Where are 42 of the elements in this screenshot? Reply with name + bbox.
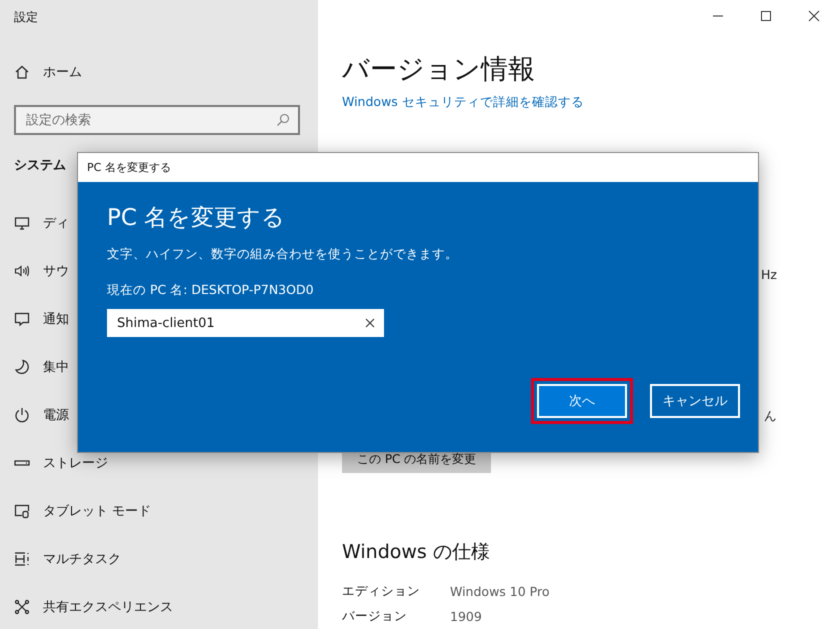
home-nav-item[interactable]: ホーム bbox=[14, 51, 82, 93]
nav-item[interactable]: ストレージ bbox=[14, 439, 108, 487]
nav-item[interactable]: タブレット モード bbox=[14, 487, 152, 535]
chat-icon bbox=[14, 311, 30, 327]
security-link[interactable]: Windows セキュリティで詳細を確認する bbox=[342, 94, 584, 111]
multi-icon bbox=[14, 551, 30, 567]
cancel-button[interactable]: キャンセル bbox=[650, 384, 740, 418]
hidden-text-fragment: Hz bbox=[761, 267, 777, 282]
dialog-description: 文字、ハイフン、数字の組み合わせを使うことができます。 bbox=[107, 246, 458, 263]
page-heading: バージョン情報 bbox=[342, 53, 535, 87]
search-field[interactable]: 設定の検索 bbox=[14, 105, 300, 135]
hidden-text-fragment: ん bbox=[764, 408, 777, 425]
section-heading: システム bbox=[14, 157, 66, 175]
next-button[interactable]: 次へ bbox=[537, 384, 627, 418]
search-icon bbox=[276, 113, 290, 127]
nav-item[interactable]: 通知 bbox=[14, 295, 69, 343]
tablet-icon bbox=[14, 503, 30, 519]
nav-item[interactable]: サウ bbox=[14, 247, 69, 295]
spec-label: エディション bbox=[342, 583, 421, 600]
current-name-text: 現在の PC 名: DESKTOP-P7N3OD0 bbox=[107, 282, 314, 299]
sound-icon bbox=[14, 263, 30, 279]
power-icon bbox=[14, 407, 30, 423]
window-title: 設定 bbox=[14, 9, 39, 26]
close-icon[interactable] bbox=[808, 10, 820, 22]
nav-item[interactable]: ディ bbox=[14, 199, 69, 247]
name-input-field[interactable]: Shima-client01 bbox=[107, 309, 384, 337]
monitor-icon bbox=[14, 215, 30, 231]
dialog-title: PC 名を変更する bbox=[87, 160, 171, 175]
share-icon bbox=[14, 599, 30, 615]
nav-item[interactable]: 電源 bbox=[14, 391, 69, 439]
nav-item[interactable]: 共有エクスペリエンス bbox=[14, 583, 173, 629]
spec-value: Windows 10 Pro bbox=[450, 584, 550, 599]
dialog-heading: PC 名を変更する bbox=[107, 204, 286, 233]
spec-label: バージョン bbox=[342, 608, 408, 625]
spec-value: 1909 bbox=[450, 609, 482, 624]
maximize-icon[interactable] bbox=[760, 10, 772, 22]
nav-item[interactable]: 集中 bbox=[14, 343, 69, 391]
clear-icon[interactable] bbox=[365, 318, 375, 328]
moon-icon bbox=[14, 359, 30, 375]
home-icon bbox=[14, 64, 30, 80]
section-heading: Windows の仕様 bbox=[342, 540, 490, 565]
nav-item[interactable]: マルチタスク bbox=[14, 535, 121, 583]
